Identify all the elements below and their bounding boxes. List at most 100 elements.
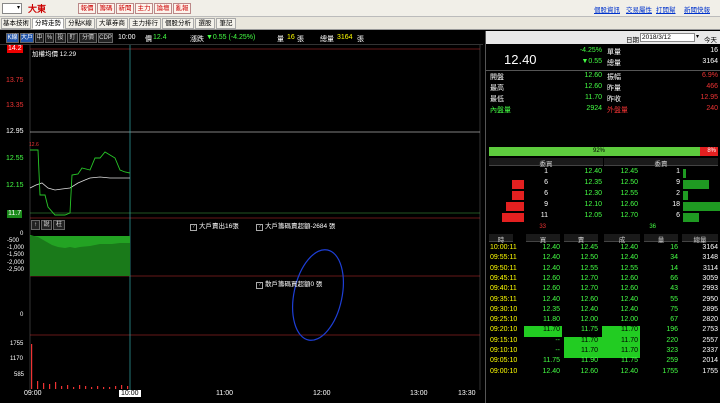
tab-screener[interactable]: 選股 (195, 18, 215, 29)
open-help-link[interactable]: 打開幫 (656, 4, 676, 14)
tab-stock-analysis[interactable]: 個股分析 (162, 18, 194, 29)
stat-label: 最低 (490, 96, 504, 103)
up-button[interactable]: ↑ (31, 220, 40, 230)
tab-broker-kline[interactable]: 分點K線 (65, 18, 95, 29)
trade-time: 09:50:11 (490, 264, 517, 272)
trade-row[interactable]: 09:00:10 12.40 12.60 12.40 1755 1755 (486, 368, 720, 380)
trade-ask: 12.70 (580, 285, 598, 293)
ask-price: 12.55 (620, 190, 638, 197)
question-icon[interactable]: ? (256, 224, 263, 231)
y-label-1215: 12.15 (6, 182, 24, 189)
trade-price: 12.40 (620, 367, 638, 375)
watch-button[interactable]: 盯 (67, 33, 78, 43)
y-label-1335: 13.35 (6, 102, 24, 109)
volume-bar (97, 386, 99, 389)
trade-col-header: 時 (489, 234, 513, 244)
bid-qty: 1 (544, 168, 548, 175)
rumor-button[interactable]: 亂報 (173, 3, 191, 14)
explain-button[interactable]: 說 (41, 220, 52, 230)
tab-intraday[interactable]: 分時走勢 (32, 18, 64, 29)
tab-basic-tech[interactable]: 基本技術 (1, 18, 31, 29)
today-button[interactable]: 今天 (704, 34, 717, 44)
trade-price: 12.40 (620, 244, 638, 251)
volume-bar (61, 386, 63, 389)
tab-main-rank[interactable]: 主力排行 (129, 18, 161, 29)
trade-time: 09:20:10 (490, 326, 518, 334)
trade-total: 3148 (702, 254, 718, 262)
volume-bar (67, 385, 69, 389)
time-label-1300: 13:00 (410, 390, 428, 397)
trade-total: 2820 (702, 316, 718, 324)
cdp-button[interactable]: CDP (98, 33, 113, 43)
change-value: ▼0.55 (-4.25%) (206, 34, 256, 41)
news-flash-link[interactable]: 新聞快報 (684, 4, 710, 14)
trade-time: 09:55:11 (490, 254, 517, 262)
big-holder-button[interactable]: 大戶 (20, 33, 34, 43)
inout-ratio-bar: 92% 8% (489, 147, 718, 156)
question-icon[interactable]: ? (256, 282, 263, 289)
forum-button[interactable]: 論壇 (154, 3, 172, 14)
tab-big-broker[interactable]: 大單券商 (96, 18, 128, 29)
intraday-chart[interactable]: 14.2 13.75 13.35 12.95 12.55 12.15 11.7 … (0, 45, 483, 403)
retail-y-0: 0 (20, 312, 24, 318)
trade-volume: 34 (670, 254, 678, 262)
trade-attr-link[interactable]: 交易屬性 (626, 4, 652, 14)
ask-volume-bar (683, 191, 688, 200)
percent-button[interactable]: % (45, 33, 54, 43)
stock-select[interactable]: ▾ (2, 3, 22, 14)
trade-volume: 55 (670, 295, 678, 303)
trade-bid: 12.40 (542, 244, 560, 251)
trade-time: 09:25:10 (490, 316, 518, 324)
invest-button[interactable]: 投 (55, 33, 66, 43)
ask-total: 36 (649, 224, 656, 230)
chips-button[interactable]: 籌碼 (97, 3, 115, 14)
date-input[interactable]: 2018/3/12 (640, 33, 695, 42)
stock-info-link[interactable]: 個股資訊 (594, 4, 620, 14)
stat-value: 2924 (586, 105, 602, 112)
bid-volume-bar (512, 180, 524, 189)
big-sell-annotation: ? 大戶賣出16張 (190, 220, 239, 231)
trade-bid: -- (555, 336, 560, 344)
stock-name: 大東 (28, 4, 47, 14)
stat-label: 昨收 (607, 96, 621, 103)
total-value: 3164 (337, 34, 353, 41)
big-price: 12.40 (504, 52, 537, 67)
news-button[interactable]: 新聞 (116, 3, 134, 14)
volume-bar (55, 382, 57, 389)
question-icon[interactable]: ? (190, 224, 197, 231)
y-label-bottom: 11.7 (7, 210, 23, 218)
quote-button[interactable]: 報價 (78, 3, 96, 14)
price-dist-button[interactable]: 分價 (79, 33, 97, 43)
big-y-2500: -2,500 (7, 267, 25, 273)
retail-net-annotation: ? 散戶籌碼買超額0 張 (256, 278, 322, 289)
bid-price: 12.35 (584, 179, 602, 186)
trade-total: 2950 (702, 295, 718, 303)
volume-bar (121, 385, 123, 389)
volume-bars (31, 344, 129, 389)
tab-notes[interactable]: 筆記 (216, 18, 236, 29)
bid-volume-bar (502, 213, 524, 222)
volume-bar (43, 383, 45, 389)
ask-volume-bar (683, 213, 699, 222)
vol-y-585: 585 (14, 372, 25, 378)
trade-time: 09:35:11 (490, 295, 517, 303)
hand-drawn-circle (292, 249, 344, 341)
trade-price: 11.70 (621, 347, 638, 354)
time-label-1330: 13:30 (458, 390, 476, 397)
time-label-current: 10:00 (119, 390, 141, 397)
stat-value: 466 (706, 83, 718, 90)
time-label-0900: 09:00 (24, 390, 42, 397)
trade-bid: 12.40 (542, 264, 560, 272)
stat-label: 內盤量 (490, 107, 511, 114)
main-force-button[interactable]: 主力 (135, 3, 153, 14)
bar-button[interactable]: 柱 (53, 220, 65, 230)
bid-qty: 11 (540, 212, 548, 219)
orderbook-row[interactable]: 11 12.05 12.70 6 (486, 212, 720, 224)
kline-button[interactable]: K線 (6, 33, 19, 43)
calendar-dropdown-icon[interactable]: ▾ (696, 33, 699, 40)
trade-ask: 11.70 (581, 336, 598, 344)
inner-ratio-text: 92% (593, 148, 606, 154)
mid-button[interactable]: 中 (35, 33, 44, 43)
volume-bar (37, 381, 39, 389)
big-sell-text: 大戶賣出16張 (199, 223, 239, 230)
